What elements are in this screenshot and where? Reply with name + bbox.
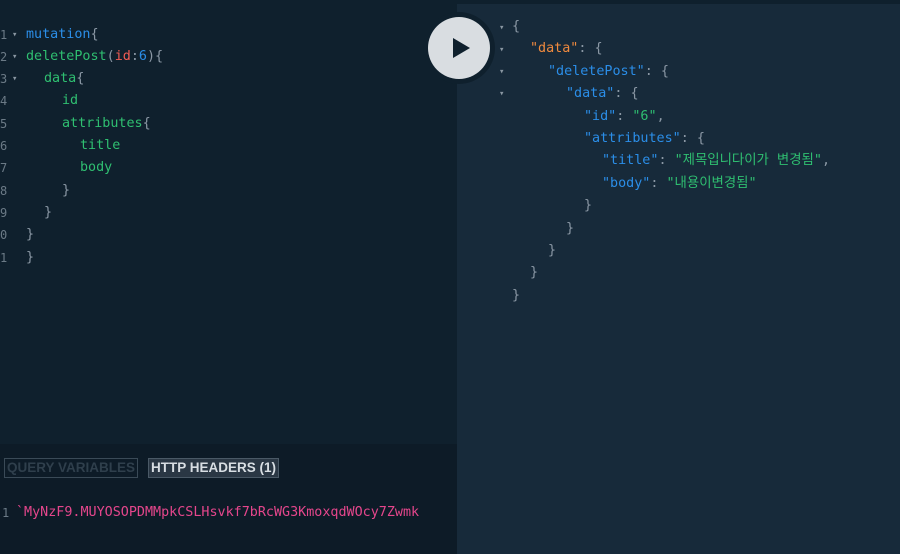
- line-number: 4: [0, 94, 8, 108]
- code-line: }: [44, 205, 53, 220]
- line-number: 5: [0, 117, 8, 131]
- code-line: }: [62, 183, 71, 198]
- execute-query-button[interactable]: [423, 12, 495, 84]
- line-number: 1: [0, 251, 8, 265]
- tab-http-headers[interactable]: HTTP HEADERS (1): [148, 458, 280, 478]
- fold-arrow-icon[interactable]: ▾: [12, 68, 17, 90]
- query-editor[interactable]: 1 ▾ 2 ▾ 3 ▾ 4 5 6 7 8 9 0 1 mutation{ delet…: [0, 4, 457, 444]
- tab-query-variables[interactable]: QUERY VARIABLES: [4, 458, 139, 478]
- json-line: "body": "내용이변경됨": [602, 176, 757, 191]
- json-line: "attributes": {: [584, 131, 705, 146]
- line-number: 0: [0, 228, 8, 242]
- line-number: 8: [0, 184, 8, 198]
- json-line: {: [512, 19, 521, 34]
- line-number: 9: [0, 206, 8, 220]
- graphiql-app: 1 ▾ 2 ▾ 3 ▾ 4 5 6 7 8 9 0 1 mutation{ delet…: [0, 0, 900, 554]
- code-line: }: [26, 250, 35, 265]
- json-line: "title": "제목입니다이가 변경됨",: [602, 153, 831, 168]
- fold-arrow-icon[interactable]: ▾: [12, 24, 17, 46]
- line-number: 2 ▾: [0, 46, 22, 68]
- code-line: title: [80, 138, 121, 153]
- json-line: }: [530, 265, 539, 280]
- fold-arrow-icon[interactable]: ▾: [12, 46, 17, 68]
- code-line: attributes{: [62, 116, 151, 131]
- headers-editor[interactable]: `MyNzF9.MUYOSOPDMMpkCSLHsvkf7bRcWG3Kmoxq…: [16, 502, 457, 524]
- line-number: 6: [0, 139, 8, 153]
- fold-arrow-icon[interactable]: ▾: [499, 67, 504, 77]
- code-line: mutation{: [26, 27, 99, 42]
- line-number: 1 ▾: [0, 24, 22, 46]
- fold-arrow-icon[interactable]: ▾: [499, 89, 504, 99]
- code-line: body: [80, 160, 113, 175]
- variables-tabs: QUERY VARIABLES HTTP HEADERS (1): [4, 458, 280, 478]
- json-line: "id": "6",: [584, 109, 665, 124]
- result-viewer[interactable]: ▾ ▾ ▾ ▾ { "data": { "deletePost": { "dat…: [457, 4, 900, 554]
- variables-panel: QUERY VARIABLES HTTP HEADERS (1) 1 `MyNz…: [0, 444, 457, 554]
- code-line: deletePost(id:6){: [26, 49, 164, 64]
- json-line: }: [512, 288, 521, 303]
- code-line: data{: [44, 71, 85, 86]
- line-number: 7: [0, 161, 8, 175]
- fold-arrow-icon[interactable]: ▾: [499, 45, 504, 55]
- json-line: }: [584, 198, 593, 213]
- play-icon: [452, 38, 470, 58]
- line-number: 3 ▾: [0, 68, 22, 90]
- json-line: }: [548, 243, 557, 258]
- json-line: }: [566, 221, 575, 236]
- line-number: 1: [2, 506, 10, 520]
- json-line: "deletePost": {: [548, 64, 669, 79]
- code-line: }: [26, 227, 35, 242]
- execute-button-face: [428, 17, 490, 79]
- code-line: id: [62, 93, 79, 108]
- json-line: "data": {: [566, 86, 639, 101]
- fold-arrow-icon[interactable]: ▾: [499, 23, 504, 33]
- json-line: "data": {: [530, 41, 603, 56]
